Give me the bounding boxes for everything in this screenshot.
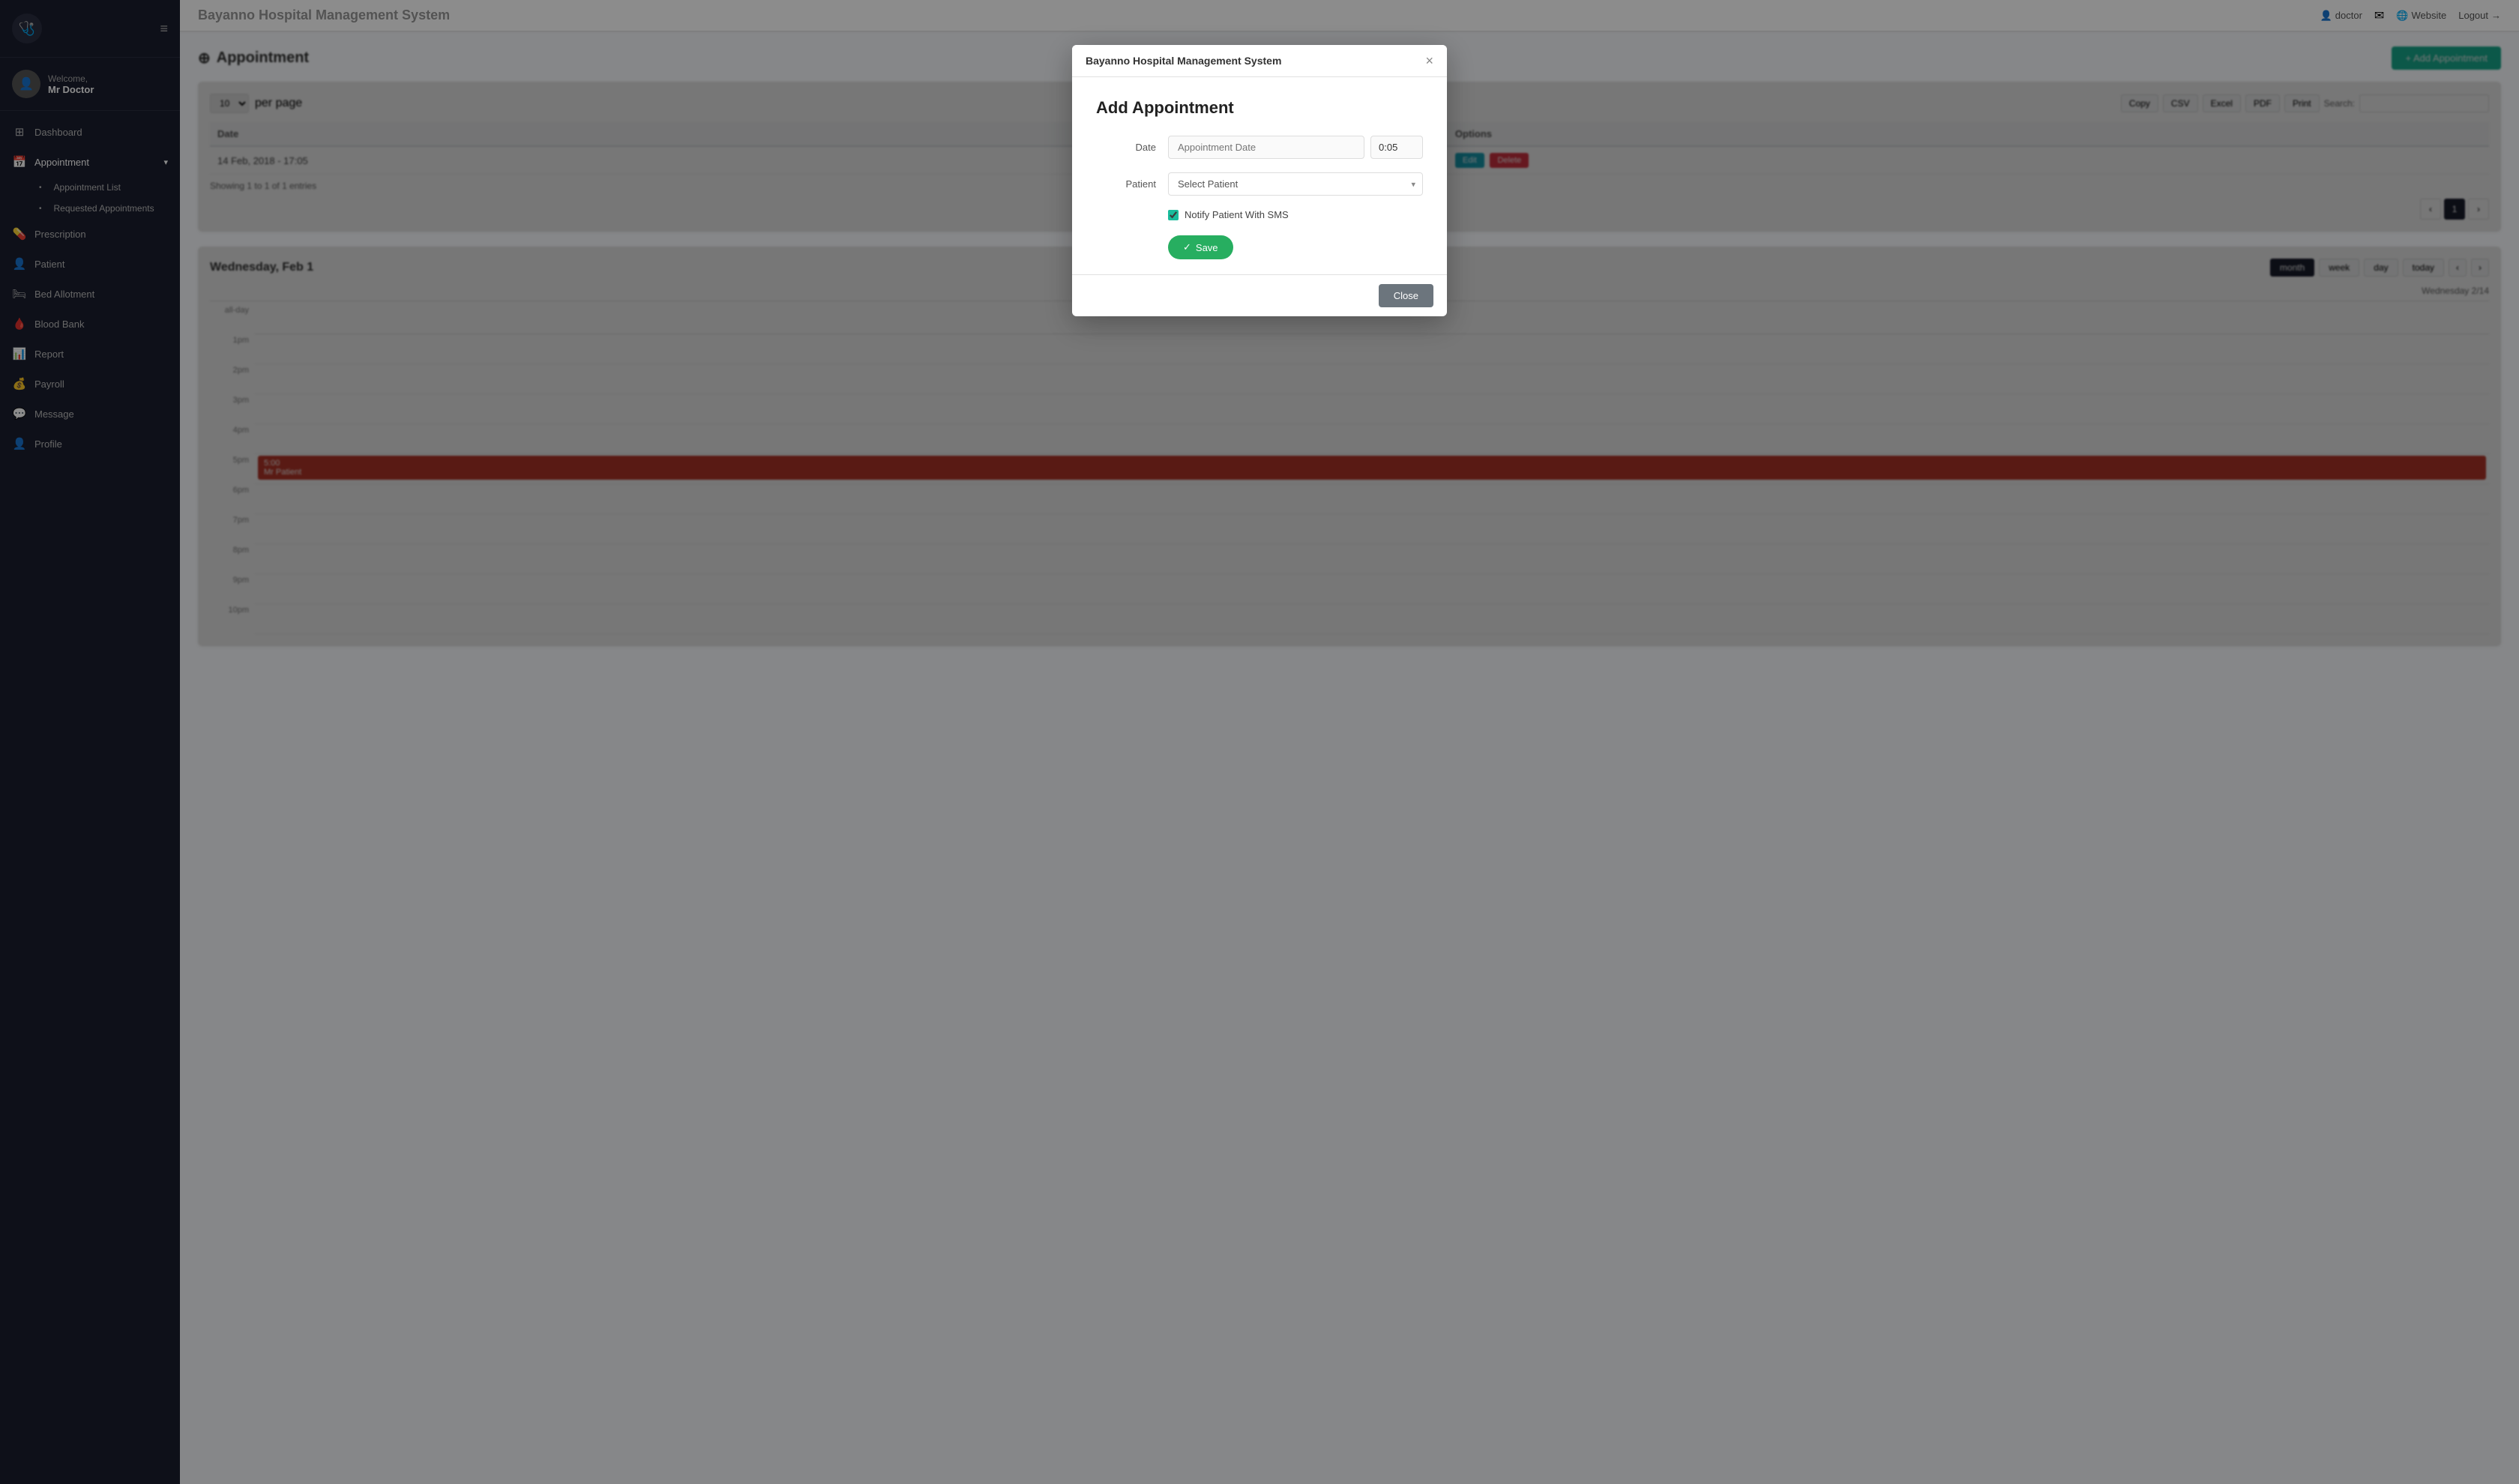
- appointment-time-input[interactable]: [1370, 136, 1423, 159]
- save-button[interactable]: ✓ Save: [1168, 235, 1233, 259]
- modal-close-button[interactable]: ×: [1425, 54, 1433, 67]
- patient-label: Patient: [1096, 178, 1156, 190]
- date-input-wrap: [1168, 136, 1423, 159]
- patient-select[interactable]: Select Patient: [1168, 172, 1423, 196]
- modal-header: Bayanno Hospital Management System ×: [1072, 45, 1447, 77]
- add-appointment-modal: Bayanno Hospital Management System × Add…: [1072, 45, 1447, 316]
- date-field-row: Date: [1096, 136, 1423, 159]
- modal-header-title: Bayanno Hospital Management System: [1086, 55, 1281, 67]
- notify-sms-label: Notify Patient With SMS: [1185, 209, 1289, 220]
- modal-footer: Close: [1072, 274, 1447, 316]
- modal-body: Add Appointment Date Patient Select Pati…: [1072, 77, 1447, 274]
- date-label: Date: [1096, 142, 1156, 153]
- notify-checkbox-row: Notify Patient With SMS: [1168, 209, 1423, 220]
- patient-field-row: Patient Select Patient ▾: [1096, 172, 1423, 196]
- modal-overlay: Bayanno Hospital Management System × Add…: [0, 0, 2519, 1484]
- notify-sms-checkbox[interactable]: [1168, 210, 1179, 220]
- checkmark-icon: ✓: [1183, 241, 1191, 253]
- close-modal-button[interactable]: Close: [1379, 284, 1433, 307]
- appointment-date-input[interactable]: [1168, 136, 1364, 159]
- patient-select-wrap: Select Patient ▾: [1168, 172, 1423, 196]
- modal-form-title: Add Appointment: [1096, 98, 1423, 118]
